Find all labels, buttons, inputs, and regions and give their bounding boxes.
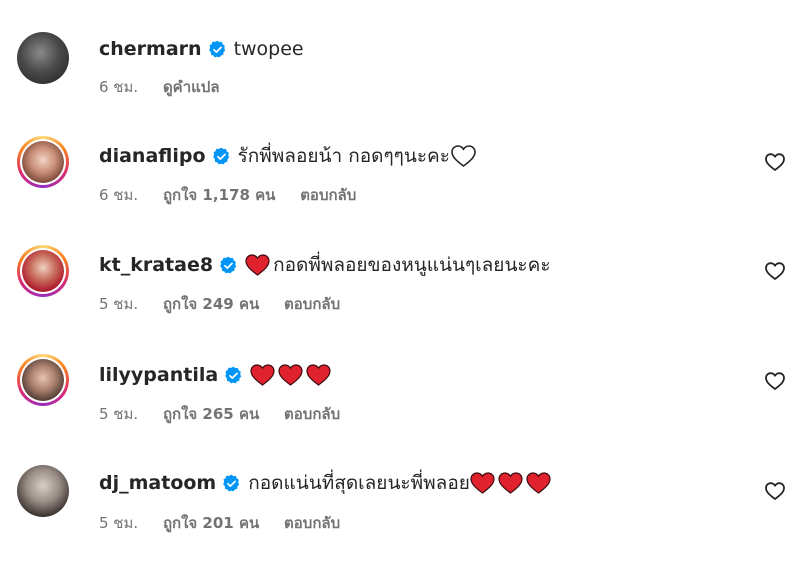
avatar-photo [22,250,64,292]
red-heart-emoji-icon [306,364,331,386]
outline-heart-emoji-icon [451,145,476,167]
comment-time[interactable]: 5 ชม. [99,405,138,423]
comment-time[interactable]: 5 ชม. [99,295,138,313]
avatar[interactable] [17,354,69,406]
like-heart-icon[interactable] [765,153,785,171]
like-heart-icon[interactable] [765,482,785,500]
username-link[interactable]: dianaflipo [99,143,206,169]
avatar-photo [17,465,69,517]
comment-meta: 6 ชม. ถูกใจ 1,178 คน ตอบกลับ [99,185,376,205]
username-link[interactable]: kt_kratae8 [99,252,213,278]
comment-item: dj_matoom กอดแน่นที่สุดเลยนะพี่พลอย 5 ชม… [0,0,800,532]
like-heart-icon[interactable] [765,372,785,390]
reply-button[interactable]: ตอบกลับ [284,405,340,423]
reply-button[interactable]: ตอบกลับ [284,295,340,313]
likes-count[interactable]: ถูกใจ 1,178 คน [163,186,275,204]
comment-meta: 5 ชม. ถูกใจ 201 คน ตอบกลับ [99,513,360,533]
reply-button[interactable]: ตอบกลับ [300,186,356,204]
comment-text-content: รักพี่พลอยน้า กอดๆๆนะคะ [237,145,450,167]
comment-text: รักพี่พลอยน้า กอดๆๆนะคะ [238,143,476,169]
comment-line: dianaflipo รักพี่พลอยน้า กอดๆๆนะคะ [99,143,476,169]
reply-button[interactable]: ตอบกลับ [284,514,340,532]
avatar[interactable] [17,245,69,297]
verified-badge-icon [212,147,231,166]
red-heart-emoji-icon [470,472,495,494]
comment-meta: 5 ชม. ถูกใจ 249 คน ตอบกลับ [99,294,360,314]
comment-line: dj_matoom กอดแน่นที่สุดเลยนะพี่พลอย [99,470,554,496]
red-heart-emoji-icon [245,254,270,276]
red-heart-emoji-icon [498,472,523,494]
comment-text [250,364,334,386]
avatar-photo [22,359,64,401]
avatar-photo [22,141,64,183]
comment-text: กอดแน่นที่สุดเลยนะพี่พลอย [248,470,554,496]
likes-count[interactable]: ถูกใจ 265 คน [163,405,259,423]
red-heart-emoji-icon [278,364,303,386]
verified-badge-icon [219,256,238,275]
username-link[interactable]: lilyypantila [99,362,218,388]
verified-badge-icon [222,474,241,493]
avatar[interactable] [17,465,69,517]
comment-line: kt_kratae8 กอดพี่พลอยของหนูแน่นๆเลยนะคะ [99,252,551,278]
comment-text: กอดพี่พลอยของหนูแน่นๆเลยนะคะ [245,252,551,278]
red-heart-emoji-icon [526,472,551,494]
comment-text-content: กอดพี่พลอยของหนูแน่นๆเลยนะคะ [273,254,551,276]
avatar[interactable] [17,136,69,188]
comment-text-content: กอดแน่นที่สุดเลยนะพี่พลอย [248,472,470,494]
comment-meta: 5 ชม. ถูกใจ 265 คน ตอบกลับ [99,404,360,424]
red-heart-emoji-icon [250,364,275,386]
likes-count[interactable]: ถูกใจ 201 คน [163,514,259,532]
comment-time[interactable]: 5 ชม. [99,514,138,532]
like-heart-icon[interactable] [765,262,785,280]
verified-badge-icon [224,366,243,385]
likes-count[interactable]: ถูกใจ 249 คน [163,295,259,313]
comment-time[interactable]: 6 ชม. [99,186,138,204]
comment-line: lilyypantila [99,362,334,388]
username-link[interactable]: dj_matoom [99,470,216,496]
